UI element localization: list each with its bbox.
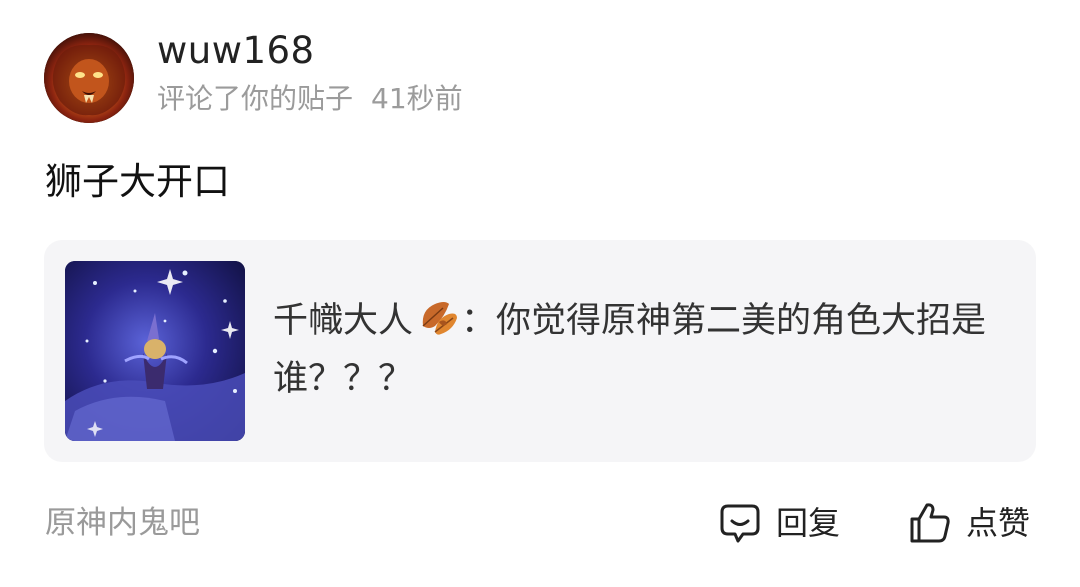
action-text: 评论了你的贴子 (157, 82, 354, 115)
timestamp: 41秒前 (371, 82, 463, 115)
post-author[interactable]: 千幟大人 (273, 301, 413, 341)
user-avatar[interactable] (44, 33, 134, 123)
comment-bubble-icon (720, 504, 760, 543)
notification-meta: 评论了你的贴子 41秒前 (157, 80, 463, 118)
autumn-leaf-icon (422, 302, 458, 335)
lion-avatar-icon (44, 33, 134, 123)
post-separator: ： (461, 301, 497, 341)
reply-label: 回复 (776, 504, 841, 542)
quoted-post-text: 千幟大人 ：你觉得原神第二美的角色大招是谁？？？ (273, 292, 1003, 408)
like-label: 点赞 (966, 504, 1031, 542)
username[interactable]: wuw168 (157, 28, 315, 74)
thumbs-up-icon (910, 503, 950, 543)
forum-name[interactable]: 原神内鬼吧 (45, 502, 200, 544)
reply-button[interactable]: 回复 (718, 500, 840, 546)
starry-character-thumbnail-icon (65, 261, 245, 441)
post-thumbnail[interactable] (65, 261, 245, 441)
like-button[interactable]: 点赞 (908, 500, 1030, 546)
quoted-post-card[interactable]: 千幟大人 ：你觉得原神第二美的角色大招是谁？？？ (44, 240, 1036, 462)
comment-text[interactable]: 狮子大开口 (45, 157, 230, 207)
